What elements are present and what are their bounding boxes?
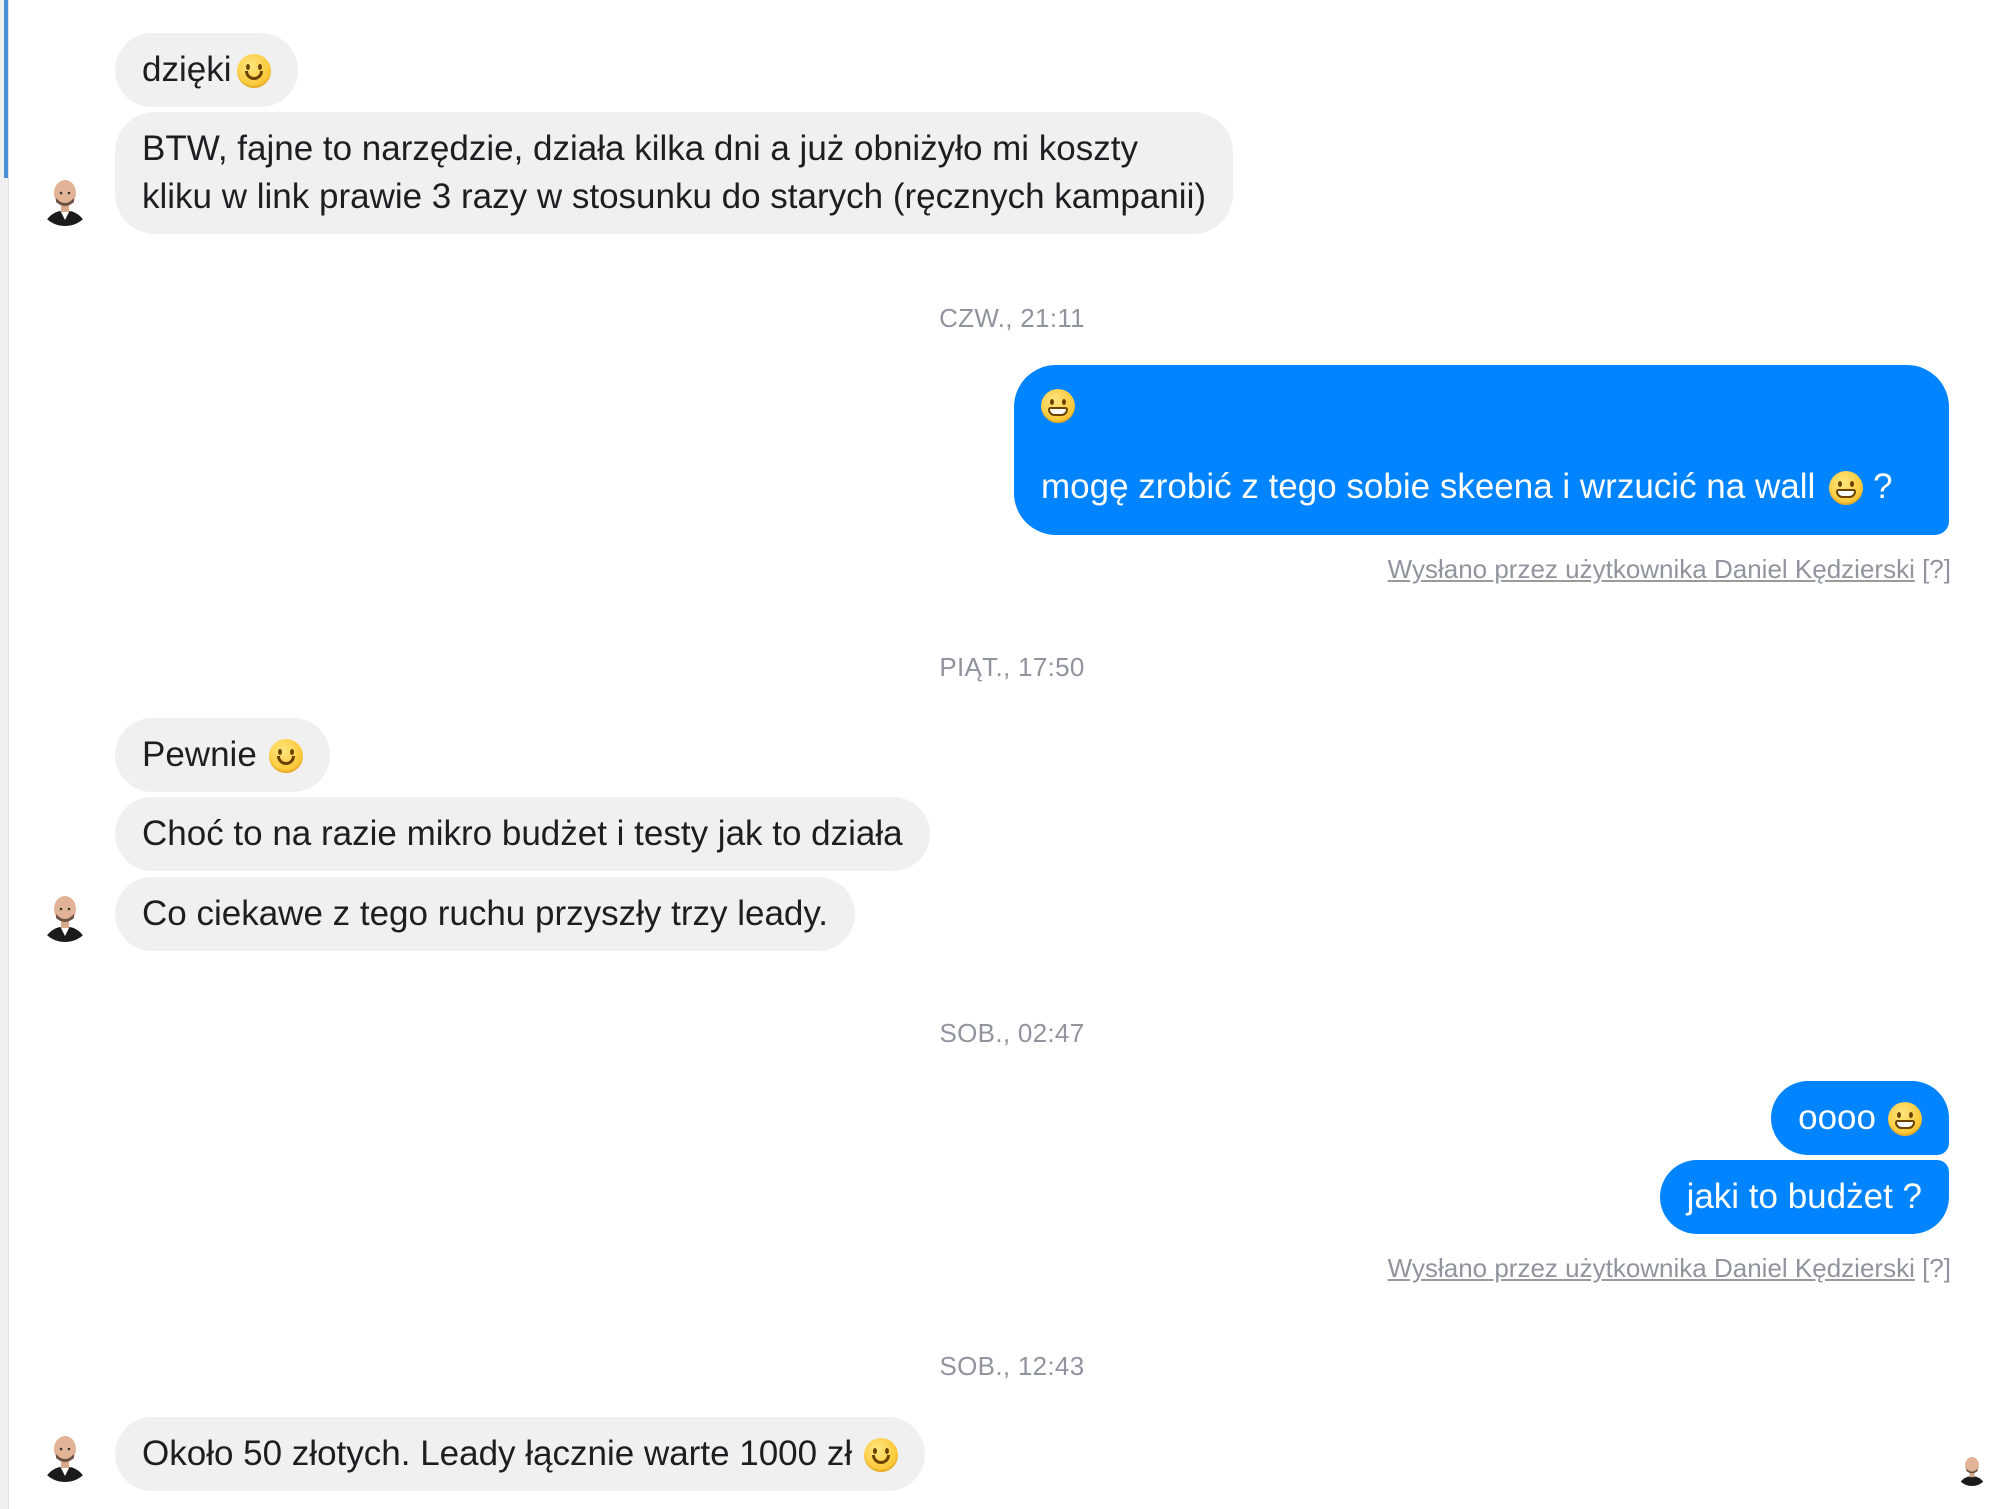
read-receipt-avatar (1955, 1452, 1989, 1486)
message-outgoing[interactable]: jaki to budżet ? (1659, 1160, 1949, 1234)
sent-by-user-link[interactable]: Wysłano przez użytkownika Daniel Kędzier… (1388, 554, 1915, 584)
grimacing-face-icon (1888, 1102, 1922, 1136)
timestamp: PIĄT., 17:50 (939, 652, 1085, 682)
message-outgoing[interactable]: mogę zrobić z tego sobie skeena i wrzuci… (1014, 365, 1949, 535)
help-link[interactable]: [?] (1922, 1253, 1951, 1283)
read-receipt-avatar-icon (1955, 1452, 1989, 1486)
timestamp: SOB., 02:47 (939, 1018, 1085, 1048)
timestamp: SOB., 12:43 (939, 1351, 1085, 1381)
message-text: mogę zrobić z tego sobie skeena i wrzuci… (1041, 467, 1816, 506)
grimacing-face-icon (1041, 389, 1075, 423)
bald-man-avatar-icon (38, 1428, 92, 1482)
slightly-smiling-face-icon (237, 54, 272, 88)
message-text: Około 50 złotych. Leady łącznie warte 10… (142, 1434, 853, 1473)
sent-by-attribution: Wysłano przez użytkownika Daniel Kędzier… (1388, 1253, 1951, 1284)
message-incoming[interactable]: Pewnie (115, 718, 330, 792)
contact-avatar[interactable] (38, 172, 92, 226)
selected-conversation-indicator (4, 0, 8, 178)
message-text: dzięki (142, 50, 232, 89)
conversation-list-edge (0, 0, 9, 1509)
sent-by-user-link[interactable]: Wysłano przez użytkownika Daniel Kędzier… (1388, 1253, 1915, 1283)
message-text: Co ciekawe z tego ruchu przyszły trzy le… (142, 894, 829, 933)
message-text-line: kliku w link prawie 3 razy w stosunku do… (142, 177, 1206, 216)
message-incoming[interactable]: BTW, fajne to narzędzie, działa kilka dn… (115, 112, 1233, 234)
timestamp: CZW., 21:11 (939, 303, 1085, 333)
message-text-suffix: ? (1873, 467, 1893, 506)
contact-avatar[interactable] (38, 888, 92, 942)
slightly-smiling-face-icon (864, 1438, 899, 1472)
message-text: Choć to na razie mikro budżet i testy ja… (142, 814, 903, 853)
message-text: Pewnie (142, 735, 257, 774)
grimacing-face-icon (1829, 471, 1864, 505)
message-incoming[interactable]: dzięki (115, 33, 299, 107)
message-outgoing[interactable]: oooo (1771, 1081, 1949, 1155)
message-text-line: BTW, fajne to narzędzie, działa kilka dn… (142, 129, 1138, 168)
bald-man-avatar-icon (38, 172, 92, 226)
contact-avatar[interactable] (38, 1428, 92, 1482)
help-link[interactable]: [?] (1922, 554, 1951, 584)
message-incoming[interactable]: Co ciekawe z tego ruchu przyszły trzy le… (115, 877, 856, 951)
slightly-smiling-face-icon (268, 739, 303, 773)
message-text: oooo (1798, 1098, 1876, 1137)
message-incoming[interactable]: Choć to na razie mikro budżet i testy ja… (115, 797, 930, 871)
message-incoming[interactable]: Około 50 złotych. Leady łącznie warte 10… (115, 1417, 926, 1491)
message-text: jaki to budżet ? (1686, 1177, 1922, 1216)
bald-man-avatar-icon (38, 888, 92, 942)
sent-by-attribution: Wysłano przez użytkownika Daniel Kędzier… (1388, 554, 1951, 585)
